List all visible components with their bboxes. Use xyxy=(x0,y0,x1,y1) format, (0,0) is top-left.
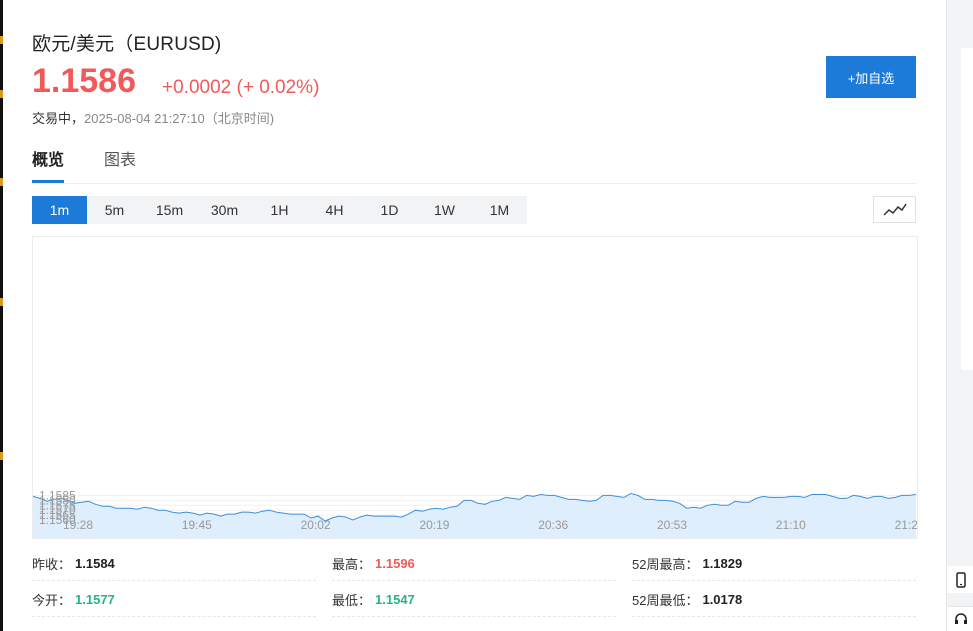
period-4h[interactable]: 4H xyxy=(307,196,362,224)
tab-bar: 概览 图表 xyxy=(32,150,916,184)
trading-status-row: 交易中，2025-08-04 21:27:10（北京时间) xyxy=(32,108,274,127)
mobile-app-button[interactable] xyxy=(947,566,973,593)
stat-prev-close: 昨收： 1.1584 xyxy=(32,547,316,581)
price-change: +0.0002 (+ 0.02%) xyxy=(162,77,320,98)
left-edge-strip xyxy=(0,0,3,631)
right-side-rail xyxy=(946,0,973,631)
stat-52w-low: 52周最低： 1.0178 xyxy=(632,583,916,617)
x-tick-label: 20:02 xyxy=(301,518,331,532)
trading-status: 交易中， xyxy=(32,111,85,126)
stat-label: 52周最低： xyxy=(632,593,699,608)
edge-mark xyxy=(0,90,3,98)
x-tick-label: 20:53 xyxy=(657,518,687,532)
stat-value: 1.1584 xyxy=(75,556,115,571)
stat-day-high: 最高： 1.1596 xyxy=(332,547,616,581)
x-tick-label: 21:2 xyxy=(895,518,918,532)
stat-label: 今开： xyxy=(32,593,72,608)
tab-overview[interactable]: 概览 xyxy=(32,150,65,183)
stat-value: 1.1577 xyxy=(75,592,115,607)
edge-mark xyxy=(0,452,3,460)
add-to-watchlist-button[interactable]: +加自选 xyxy=(826,56,916,98)
tab-chart[interactable]: 图表 xyxy=(104,150,136,183)
stat-open: 今开： 1.1577 xyxy=(32,583,316,617)
stat-label: 最低： xyxy=(332,593,372,608)
stat-label: 52周最高： xyxy=(632,557,699,572)
stat-value: 1.1829 xyxy=(702,556,743,571)
period-1mo[interactable]: 1M xyxy=(472,196,527,224)
price-chart[interactable]: 1.1585 1.1580 1.1575 1.1570 1.1565 1.1560 19:2… xyxy=(32,236,918,539)
x-tick-label: 21:10 xyxy=(776,518,806,532)
x-tick-label: 19:28 xyxy=(63,518,93,532)
edge-mark xyxy=(0,36,3,44)
x-tick-label: 20:36 xyxy=(538,518,568,532)
headset-icon xyxy=(954,613,967,624)
stat-label: 昨收： xyxy=(32,557,72,572)
last-price: 1.1586 xyxy=(32,62,136,100)
stat-label: 最高： xyxy=(332,557,372,572)
edge-mark xyxy=(0,178,3,186)
stat-52w-high: 52周最高： 1.1829 xyxy=(632,547,916,581)
price-chart-svg: 1.15851.15801.15751.15701.15651.156019:2… xyxy=(33,488,918,538)
period-5m[interactable]: 5m xyxy=(87,196,142,224)
x-tick-label: 20:19 xyxy=(419,518,449,532)
side-panel xyxy=(961,48,973,370)
period-1w[interactable]: 1W xyxy=(417,196,472,224)
stat-day-low: 最低： 1.1547 xyxy=(332,583,616,617)
x-tick-label: 19:45 xyxy=(182,518,212,532)
period-1h[interactable]: 1H xyxy=(252,196,307,224)
instrument-title: 欧元/美元（EURUSD) xyxy=(32,34,222,55)
customer-service-button[interactable] xyxy=(947,606,973,631)
period-30m[interactable]: 30m xyxy=(197,196,252,224)
period-1m[interactable]: 1m xyxy=(32,196,87,224)
mobile-phone-icon xyxy=(955,571,966,588)
chart-style-toggle[interactable] xyxy=(873,196,916,223)
period-1d[interactable]: 1D xyxy=(362,196,417,224)
line-chart-icon xyxy=(882,203,907,216)
stat-value: 1.1547 xyxy=(375,592,415,607)
edge-mark xyxy=(0,298,3,306)
period-15m[interactable]: 15m xyxy=(142,196,197,224)
stat-value: 1.0178 xyxy=(702,592,743,607)
period-selector: 1m 5m 15m 30m 1H 4H 1D 1W 1M xyxy=(32,196,527,224)
quote-timestamp: 2025-08-04 21:27:10（北京时间) xyxy=(84,111,275,126)
stat-value: 1.1596 xyxy=(375,556,415,571)
